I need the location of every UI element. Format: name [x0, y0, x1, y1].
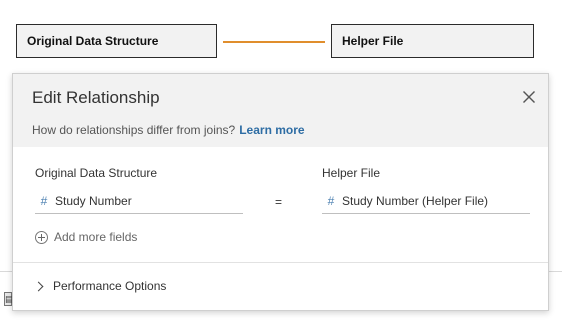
chevron-right-icon [33, 281, 44, 291]
number-hash-icon: # [40, 193, 48, 208]
dialog-title: Edit Relationship [32, 88, 160, 107]
right-field-select[interactable]: # Study Number (Helper File) [322, 188, 530, 214]
edit-relationship-dialog: Edit Relationship How do relationships d… [12, 73, 549, 311]
operator-select[interactable]: = [275, 195, 282, 209]
performance-options-label: Performance Options [53, 279, 167, 293]
left-table-label: Original Data Structure [35, 166, 158, 180]
left-field-select[interactable]: # Study Number [35, 188, 243, 214]
performance-options-toggle[interactable]: Performance Options [33, 279, 167, 293]
right-field-value: Study Number (Helper File) [342, 193, 489, 208]
dialog-divider [13, 262, 548, 263]
relationship-noodle[interactable] [223, 41, 325, 43]
learn-more-link[interactable]: Learn more [239, 123, 304, 137]
table-card-original-data-structure[interactable]: Original Data Structure [16, 24, 217, 58]
close-icon[interactable] [522, 90, 536, 104]
add-more-fields-button[interactable]: Add more fields [35, 230, 137, 244]
table-card-label: Original Data Structure [27, 34, 159, 48]
table-card-helper-file[interactable]: Helper File [331, 24, 534, 58]
add-more-fields-label: Add more fields [54, 230, 138, 244]
help-text: How do relationships differ from joins? [32, 123, 236, 137]
help-row: How do relationships differ from joins? L… [32, 123, 305, 137]
data-grid-icon[interactable]: ▤ [4, 292, 14, 306]
left-field-value: Study Number [55, 193, 132, 208]
dialog-header: Edit Relationship How do relationships d… [13, 74, 548, 147]
right-table-label: Helper File [322, 166, 381, 180]
number-hash-icon: # [327, 193, 335, 208]
table-card-label: Helper File [342, 34, 404, 48]
plus-circle-icon [35, 230, 48, 244]
